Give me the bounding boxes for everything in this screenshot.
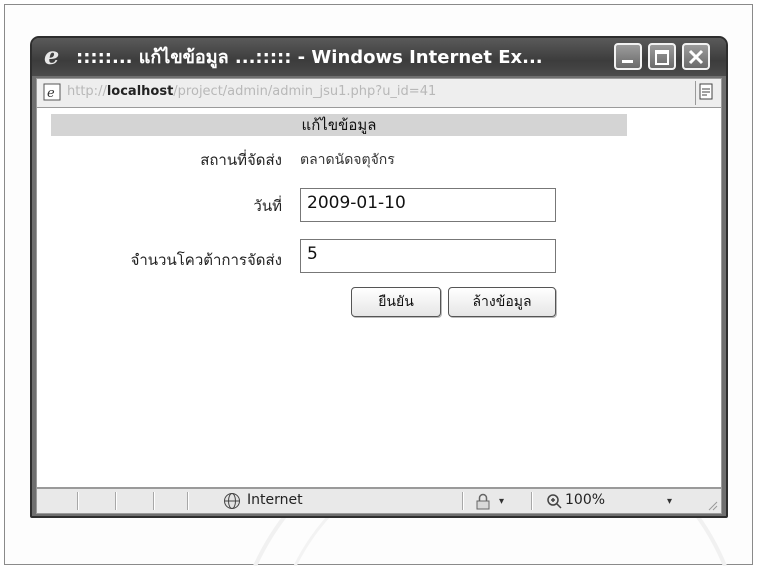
globe-icon [224,493,240,509]
minimize-button[interactable] [614,43,642,70]
title-bar[interactable]: e :::::... แก้ไขข้อมูล ...::::: - Window… [32,38,726,76]
browser-window: e :::::... แก้ไขข้อมูล ...::::: - Window… [30,36,728,518]
url-path: /project/admin/admin_jsu1.php?u_id=41 [173,84,437,99]
chevron-down-icon[interactable]: ▾ [667,496,672,507]
form-header: แก้ไขข้อมูล [51,114,627,136]
quota-input[interactable]: 5 [300,239,556,273]
label-date: วันที่ [253,197,282,215]
svg-text:e: e [47,86,55,101]
resize-grip-icon[interactable] [706,499,718,511]
security-zone-label[interactable]: Internet [247,492,303,508]
label-location: สถานที่จัดส่ง [200,151,282,169]
close-button[interactable] [682,43,710,70]
label-quota: จำนวนโควต้าการจัดส่ง [130,251,282,269]
zoom-icon[interactable] [545,492,563,510]
status-divider [153,492,155,510]
url-text[interactable]: http://localhost/project/admin/admin_jsu… [67,84,627,104]
address-bar[interactable]: e http://localhost/project/admin/admin_j… [36,78,722,108]
url-host: localhost [106,84,174,99]
status-divider [531,492,533,510]
status-divider [115,492,117,510]
maximize-button[interactable] [648,43,676,70]
url-prefix: http:// [67,84,107,99]
status-divider [77,492,79,510]
location-value: ตลาดนัดจตุจักร [300,152,395,168]
window-title: :::::... แก้ไขข้อมูล ...::::: - Windows … [76,47,543,68]
zoom-level[interactable]: 100% [565,492,605,508]
status-divider [187,492,189,510]
status-divider [462,492,464,510]
date-input[interactable]: 2009-01-10 [300,188,556,222]
reset-button[interactable]: ล้างข้อมูล [448,287,556,317]
page-report-icon[interactable] [695,81,717,105]
status-bar: Internet ▾ 100% ▾ [36,488,722,514]
ie-logo-icon: e [44,41,60,70]
submit-button[interactable]: ยืนยัน [351,287,441,317]
protected-mode-icon[interactable] [474,493,492,511]
chevron-down-icon[interactable]: ▾ [499,496,504,507]
page-content: แก้ไขข้อมูล สถานที่จัดส่ง ตลาดนัดจตุจักร… [36,108,722,488]
page-ie-icon: e [43,83,61,101]
close-icon [688,49,704,65]
